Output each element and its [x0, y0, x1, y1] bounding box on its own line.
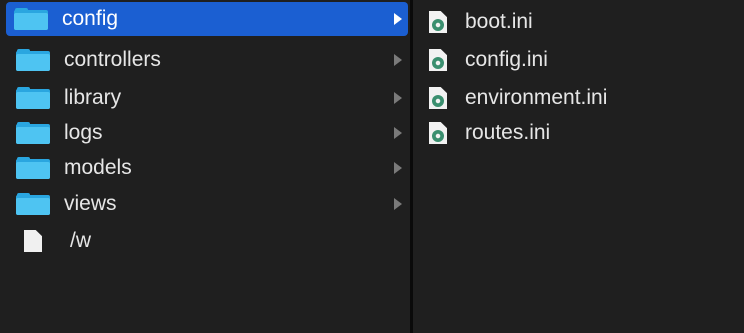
chevron-right-icon [394, 13, 402, 25]
chevron-right-icon [394, 127, 402, 139]
file-label: boot.ini [465, 10, 533, 33]
folder-icon [16, 122, 50, 144]
column-config-contents[interactable]: boot.ini config.ini environment.ini rout… [413, 0, 744, 333]
file-label: environment.ini [465, 86, 608, 109]
folder-item-config[interactable]: config [6, 2, 408, 36]
folder-icon [16, 49, 50, 71]
finder-column-view: config controllers library logs models v… [0, 0, 744, 333]
ini-file-icon [429, 122, 447, 144]
folder-icon [16, 193, 50, 215]
folder-item-controllers[interactable]: controllers [8, 42, 408, 78]
ini-file-icon [429, 87, 447, 109]
folder-label: config [62, 7, 119, 30]
folder-label: models [64, 156, 132, 179]
folder-label: views [64, 192, 117, 215]
folder-label: library [64, 86, 122, 109]
ini-file-icon [429, 11, 447, 33]
file-item-routes-ini[interactable]: routes.ini [429, 115, 739, 151]
folder-item-views[interactable]: views [8, 186, 408, 222]
file-item-w[interactable]: /w [8, 223, 408, 259]
file-item-boot-ini[interactable]: boot.ini [429, 4, 739, 40]
folder-item-models[interactable]: models [8, 150, 408, 186]
column-parent-folder[interactable]: config controllers library logs models v… [0, 0, 410, 333]
document-icon [24, 230, 42, 252]
file-item-config-ini[interactable]: config.ini [429, 42, 739, 78]
folder-icon [14, 8, 48, 30]
file-label: config.ini [465, 48, 548, 71]
chevron-right-icon [394, 92, 402, 104]
chevron-right-icon [394, 54, 402, 66]
folder-icon [16, 87, 50, 109]
chevron-right-icon [394, 162, 402, 174]
chevron-right-icon [394, 198, 402, 210]
ini-file-icon [429, 49, 447, 71]
folder-icon [16, 157, 50, 179]
folder-item-logs[interactable]: logs [8, 115, 408, 151]
folder-label: logs [64, 121, 103, 144]
file-item-environment-ini[interactable]: environment.ini [429, 80, 739, 116]
folder-item-library[interactable]: library [8, 80, 408, 116]
folder-label: controllers [64, 48, 161, 71]
file-label: /w [70, 229, 91, 252]
file-label: routes.ini [465, 121, 551, 144]
